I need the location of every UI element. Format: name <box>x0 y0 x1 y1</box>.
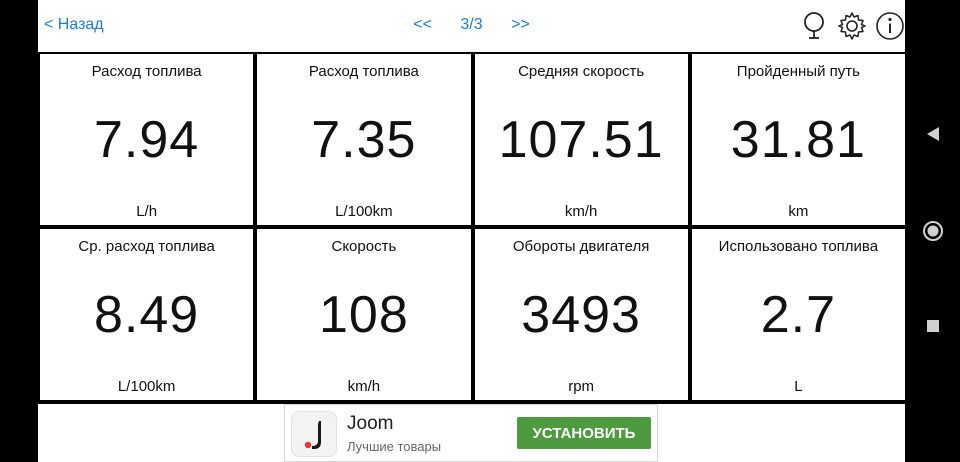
metric-tile[interactable]: Скорость 108 km/h <box>257 229 471 400</box>
joom-logo-icon <box>291 411 337 457</box>
metric-title: Средняя скорость <box>518 63 645 80</box>
metric-unit: km/h <box>347 378 381 395</box>
metric-value: 31.81 <box>730 111 866 169</box>
metric-tile[interactable]: Расход топлива 7.94 L/h <box>40 54 254 225</box>
metric-unit: rpm <box>568 378 595 395</box>
install-button[interactable]: УСТАНОВИТЬ <box>517 417 651 449</box>
metric-title: Скорость <box>331 238 397 255</box>
metric-value: 7.94 <box>94 111 200 169</box>
page-navigator: << 3/3 >> <box>38 16 905 34</box>
metric-tile[interactable]: Пройденный путь 31.81 km <box>691 54 905 225</box>
app-window: < Назад << 3/3 >> Расход топлива 7.94 L/… <box>38 0 905 462</box>
metric-value: 3493 <box>521 286 641 344</box>
metric-tile[interactable]: Средняя скорость 107.51 km/h <box>474 54 688 225</box>
metric-tile[interactable]: Расход топлива 7.35 L/100km <box>257 54 471 225</box>
metric-title: Ср. расход топлива <box>78 238 215 255</box>
metric-title: Расход топлива <box>91 63 202 80</box>
metric-value: 2.7 <box>760 286 837 344</box>
metric-unit: L/100km <box>117 378 176 395</box>
metric-unit: L/h <box>136 203 158 220</box>
metric-tile[interactable]: Ср. расход топлива 8.49 L/100km <box>40 229 254 400</box>
metric-unit: L <box>794 378 803 395</box>
metric-value: 108 <box>318 286 409 344</box>
metric-title: Использовано топлива <box>718 238 879 255</box>
recents-square-icon[interactable] <box>919 312 947 340</box>
android-nav-bar <box>905 0 960 462</box>
microphone-icon[interactable] <box>799 11 829 41</box>
metric-unit: km <box>788 203 809 220</box>
home-circle-icon[interactable] <box>919 217 947 245</box>
top-bar: < Назад << 3/3 >> <box>38 0 905 52</box>
metric-unit: L/100km <box>335 203 393 220</box>
info-icon[interactable] <box>875 11 905 41</box>
metric-title: Пройденный путь <box>736 63 860 80</box>
gear-icon[interactable] <box>837 11 867 41</box>
ad-banner[interactable]: Joom Лучшие товары УСТАНОВИТЬ <box>284 404 658 462</box>
ad-app-name: Joom <box>347 413 394 434</box>
metric-value: 8.49 <box>94 286 200 344</box>
metric-title: Обороты двигателя <box>512 238 650 255</box>
metrics-grid: Расход топлива 7.94 L/h Расход топлива 7… <box>38 52 905 404</box>
ad-subtitle: Лучшие товары <box>347 439 442 454</box>
toolbar-icons <box>799 10 905 42</box>
metric-unit: km/h <box>564 203 598 220</box>
page-indicator: 3/3 <box>460 16 483 33</box>
metric-value: 107.51 <box>498 111 664 169</box>
metric-title: Расход топлива <box>308 63 419 80</box>
metric-value: 7.35 <box>311 111 417 169</box>
back-triangle-icon[interactable] <box>919 120 947 148</box>
prev-page-button[interactable]: << <box>413 16 432 34</box>
ad-area: Joom Лучшие товары УСТАНОВИТЬ <box>38 404 905 462</box>
next-page-button[interactable]: >> <box>511 16 530 34</box>
metric-tile[interactable]: Использовано топлива 2.7 L <box>691 229 905 400</box>
metric-tile[interactable]: Обороты двигателя 3493 rpm <box>474 229 688 400</box>
